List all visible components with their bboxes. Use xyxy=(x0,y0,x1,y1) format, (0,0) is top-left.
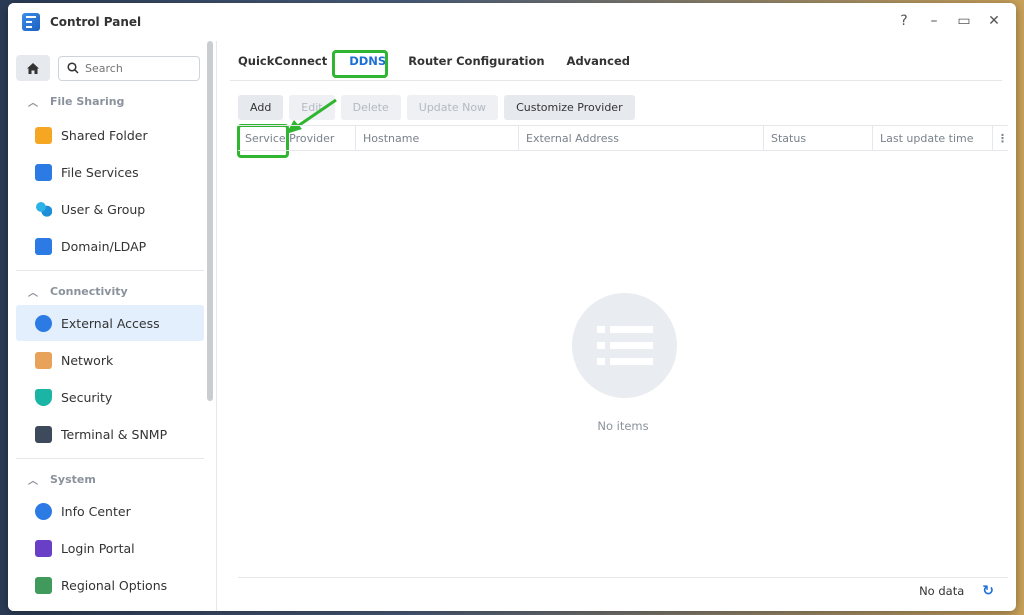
divider xyxy=(16,458,204,459)
network-house-icon xyxy=(35,351,52,369)
home-button[interactable] xyxy=(16,55,50,81)
info-icon xyxy=(35,502,52,520)
help-button[interactable]: ? xyxy=(896,13,912,29)
window-title: Control Panel xyxy=(50,15,142,29)
regional-map-icon xyxy=(35,576,52,594)
sidebar-item-regional-options[interactable]: Regional Options xyxy=(16,567,204,603)
empty-text: No items xyxy=(597,419,649,433)
search-box[interactable] xyxy=(58,55,200,81)
control-panel-window: Control Panel ? – ▭ ✕ ︿ xyxy=(8,3,1016,611)
no-data-label: No data xyxy=(919,583,965,598)
sidebar-item-security[interactable]: Security xyxy=(16,379,204,415)
chevron-up-icon: ︿ xyxy=(28,287,38,299)
sidebar-item-user-group[interactable]: User & Group xyxy=(16,191,204,227)
table-footer: No data ↻ xyxy=(238,577,1008,603)
minimize-button[interactable]: – xyxy=(926,13,942,29)
toolbar: Add Edit Delete Update Now Customize Pro… xyxy=(230,89,1002,125)
list-icon xyxy=(572,293,677,398)
empty-state: No items xyxy=(238,125,1008,575)
close-button[interactable]: ✕ xyxy=(986,13,1002,29)
chevron-up-icon: ︿ xyxy=(28,97,38,109)
refresh-icon[interactable]: ↻ xyxy=(982,583,994,599)
divider xyxy=(16,270,204,271)
sidebar-item-domain-ldap[interactable]: Domain/LDAP xyxy=(16,228,204,264)
title-bar: Control Panel ? – ▭ ✕ xyxy=(8,3,1016,41)
ddns-highlight-box xyxy=(332,50,388,78)
control-panel-icon xyxy=(22,13,40,31)
tab-router-configuration[interactable]: Router Configuration xyxy=(408,54,544,68)
id-card-icon xyxy=(35,237,52,255)
sidebar-item-external-access[interactable]: External Access xyxy=(16,305,204,341)
tab-quickconnect[interactable]: QuickConnect xyxy=(238,54,327,68)
sidebar-item-info-center[interactable]: Info Center xyxy=(16,493,204,529)
home-icon xyxy=(27,62,39,74)
sidebar-item-login-portal[interactable]: Login Portal xyxy=(16,530,204,566)
shield-icon xyxy=(35,388,52,406)
sidebar: ︿ File Sharing Shared Folder File Servic… xyxy=(8,41,217,611)
terminal-icon xyxy=(35,425,52,443)
maximize-button[interactable]: ▭ xyxy=(956,13,972,29)
sidebar-item-network[interactable]: Network xyxy=(16,342,204,378)
main-panel: QuickConnect DDNS Router Configuration A… xyxy=(230,41,1008,611)
sidebar-item-file-services[interactable]: File Services xyxy=(16,154,204,190)
window-controls: ? – ▭ ✕ xyxy=(896,13,1002,29)
users-icon xyxy=(35,200,52,218)
ddns-table: Service Provider Hostname External Addre… xyxy=(238,125,1008,575)
search-input[interactable] xyxy=(85,61,185,75)
login-portal-icon xyxy=(35,539,52,557)
sidebar-item-terminal-snmp[interactable]: Terminal & SNMP xyxy=(16,416,204,452)
tab-advanced[interactable]: Advanced xyxy=(567,54,630,68)
add-button[interactable]: Add xyxy=(238,94,284,120)
section-header-system[interactable]: ︿ System xyxy=(8,467,216,491)
delete-button[interactable]: Delete xyxy=(340,94,401,120)
folder-icon xyxy=(35,126,52,144)
search-icon xyxy=(67,62,79,74)
sidebar-scrollbar[interactable] xyxy=(207,41,213,401)
chevron-up-icon: ︿ xyxy=(28,475,38,487)
update-now-button[interactable]: Update Now xyxy=(406,94,499,120)
section-header-file-sharing[interactable]: ︿ File Sharing xyxy=(8,89,216,113)
file-services-icon xyxy=(35,163,52,181)
sidebar-item-shared-folder[interactable]: Shared Folder xyxy=(16,117,204,153)
section-header-connectivity[interactable]: ︿ Connectivity xyxy=(8,279,216,303)
customize-provider-button[interactable]: Customize Provider xyxy=(504,94,635,120)
search-row xyxy=(8,41,216,81)
external-access-icon xyxy=(35,314,52,332)
